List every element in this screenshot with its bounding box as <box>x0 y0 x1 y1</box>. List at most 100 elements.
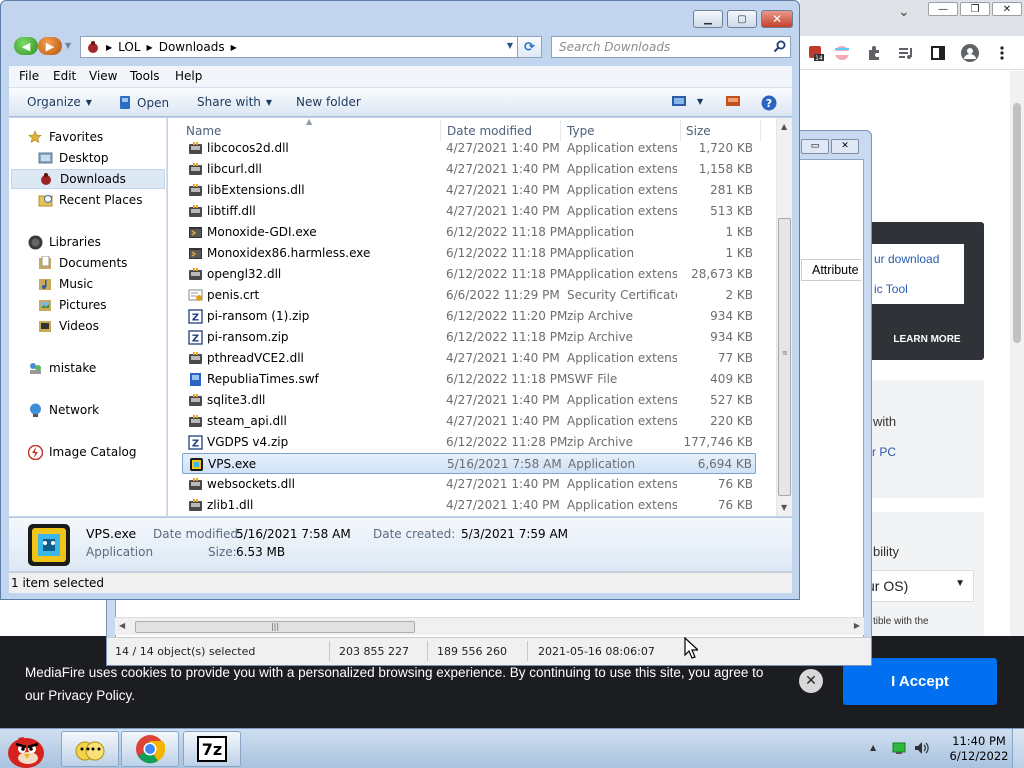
preview-pane-button[interactable] <box>725 95 741 107</box>
browser-restore-button[interactable]: ❐ <box>960 2 990 16</box>
breadcrumb-chevron-icon[interactable]: ▶ <box>147 43 153 52</box>
taskbar-chrome-button[interactable] <box>121 731 179 767</box>
attributes-column-header[interactable]: Attribute <box>801 259 861 281</box>
tool-link[interactable]: ic Tool <box>860 274 964 304</box>
nav-mistake[interactable]: mistake <box>27 358 185 378</box>
nav-downloads[interactable]: Downloads <box>11 169 165 189</box>
network-status-icon[interactable] <box>892 742 906 755</box>
volume-icon[interactable] <box>914 741 930 755</box>
minimize-button[interactable]: ▁ <box>693 10 723 28</box>
refresh-icon[interactable]: ⟳ <box>518 36 542 58</box>
side-panel-icon[interactable] <box>928 44 948 62</box>
file-row[interactable]: pthreadVCE2.dll 4/27/2021 1:40 PM Applicat… <box>182 348 756 369</box>
breadcrumb-lol[interactable]: LOL <box>118 40 140 54</box>
file-row[interactable]: RepubliaTimes.swf 6/12/2022 11:18 PM SWF F… <box>182 369 756 390</box>
learn-more-button[interactable]: LEARN MORE <box>880 329 974 351</box>
archive-hscrollbar[interactable]: ◀ ||| ▶ <box>115 617 864 635</box>
extension-badge-icon[interactable]: 14 <box>806 44 826 62</box>
extensions-puzzle-icon[interactable] <box>864 44 884 62</box>
file-row[interactable]: penis.crt 6/6/2022 11:29 PM Security Certi… <box>182 285 756 306</box>
column-date-modified[interactable]: Date modified <box>447 124 532 138</box>
archive-restore-button[interactable]: ▭ <box>801 139 829 154</box>
browser-minimize-button[interactable]: — <box>928 2 958 16</box>
scroll-left-icon[interactable]: ◀ <box>119 621 125 630</box>
search-input[interactable]: Search Downloads <box>559 40 670 54</box>
explorer-titlebar[interactable]: ▁ ▢ ✕ <box>1 1 799 35</box>
organize-button[interactable]: Organize ▼ <box>27 95 92 109</box>
file-row[interactable]: steam_api.dll 4/27/2021 1:40 PM Applicatio… <box>182 411 756 432</box>
archive-close-button[interactable]: ✕ <box>831 139 859 154</box>
close-button[interactable]: ✕ <box>761 10 793 28</box>
search-box[interactable]: Search Downloads <box>551 36 791 58</box>
breadcrumb-chevron-icon[interactable]: ▶ <box>106 43 112 52</box>
nav-favorites[interactable]: Favorites <box>27 127 185 147</box>
page-scrollbar[interactable] <box>1010 71 1024 728</box>
column-name[interactable]: Name <box>186 124 221 138</box>
file-row[interactable]: libtiff.dll 4/27/2021 1:40 PM Application … <box>182 201 756 222</box>
file-list-scroll-thumb[interactable]: ≡ <box>778 218 791 496</box>
menu-tools[interactable]: Tools <box>130 69 160 83</box>
file-row[interactable]: VPS.exe 5/16/2021 7:58 AM Application 6,694… <box>182 453 756 474</box>
show-hidden-icons-icon[interactable]: ▲ <box>870 743 876 752</box>
profile-avatar-icon[interactable] <box>960 44 980 62</box>
new-folder-button[interactable]: New folder <box>296 95 361 109</box>
pride-extension-icon[interactable] <box>832 44 852 62</box>
cookie-close-icon[interactable]: ✕ <box>799 669 823 693</box>
nav-image-catalog[interactable]: Image Catalog <box>27 442 185 462</box>
menu-help[interactable]: Help <box>175 69 202 83</box>
file-row[interactable]: Z VGDPS v4.zip 6/12/2022 11:28 PM zip Archi… <box>182 432 756 453</box>
back-arrow-icon[interactable]: ◀ <box>14 37 38 55</box>
recent-pages-chevron-icon[interactable]: ▼ <box>65 41 71 50</box>
file-name: VGDPS v4.zip <box>207 435 289 449</box>
download-link[interactable]: ur download <box>860 244 964 274</box>
file-name: penis.crt <box>207 288 260 302</box>
nav-libraries[interactable]: Libraries <box>27 232 185 252</box>
file-row[interactable]: Zpi-ransom.zip 6/12/2022 11:18 PM zip Arch… <box>182 327 756 348</box>
file-row[interactable]: libcocos2d.dll 4/27/2021 1:40 PM Applicati… <box>182 138 756 159</box>
start-button[interactable] <box>2 729 58 768</box>
search-icon[interactable] <box>773 40 786 53</box>
forward-arrow-icon[interactable]: ▶ <box>38 37 62 55</box>
file-row[interactable]: websockets.dll 4/27/2021 1:40 PM Applicati… <box>182 474 756 495</box>
file-row[interactable]: zlib1.dll 4/27/2021 1:40 PM Application ex… <box>182 495 756 516</box>
file-row[interactable]: Monoxidex86.harmless.exe 6/12/2022 11:18 … <box>182 243 756 264</box>
card-link[interactable]: r PC <box>872 445 896 459</box>
media-queue-icon[interactable] <box>896 44 916 62</box>
file-row[interactable]: sqlite3.dll 4/27/2021 1:40 PM Application … <box>182 390 756 411</box>
archive-hscroll-thumb[interactable]: ||| <box>135 621 415 633</box>
os-select[interactable]: ur OS) ▼ <box>858 570 974 602</box>
breadcrumb-downloads[interactable]: Downloads <box>159 40 225 54</box>
file-name: libcocos2d.dll <box>207 141 289 155</box>
show-desktop-button[interactable] <box>1012 729 1024 768</box>
file-row[interactable]: libExtensions.dll 4/27/2021 1:40 PM Applic… <box>182 180 756 201</box>
file-row[interactable]: libcurl.dll 4/27/2021 1:40 PM Application … <box>182 159 756 180</box>
menu-file[interactable]: File <box>19 69 39 83</box>
browser-close-button[interactable]: ✕ <box>992 2 1022 16</box>
tab-search-dropdown[interactable]: ⌄ <box>898 4 910 20</box>
file-row[interactable]: Monoxide-GDI.exe 6/12/2022 11:18 PM Applic… <box>182 222 756 243</box>
page-scroll-thumb[interactable] <box>1013 103 1021 343</box>
clock[interactable]: 11:40 PM 6/12/2022 <box>944 734 1014 764</box>
breadcrumb-chevron-icon[interactable]: ▶ <box>231 43 237 52</box>
scroll-down-icon[interactable]: ▼ <box>781 503 787 512</box>
maximize-button[interactable]: ▢ <box>727 10 757 28</box>
address-bar[interactable]: ▶ LOL ▶ Downloads ▶ ▼ <box>80 36 518 58</box>
share-with-button[interactable]: Share with ▼ <box>197 95 272 109</box>
file-row[interactable]: opengl32.dll 6/12/2022 11:18 PM Applicatio… <box>182 264 756 285</box>
column-size[interactable]: Size <box>686 124 711 138</box>
browser-menu-icon[interactable] <box>992 44 1012 62</box>
taskbar-7zip-button[interactable]: 7z <box>183 731 241 767</box>
help-button[interactable]: ? <box>761 95 777 111</box>
view-options-button[interactable]: ▼ <box>671 95 703 107</box>
file-row[interactable]: Zpi-ransom (1).zip 6/12/2022 11:20 PM zip … <box>182 306 756 327</box>
nav-network[interactable]: Network <box>27 400 185 420</box>
column-type[interactable]: Type <box>567 124 595 138</box>
scroll-up-icon[interactable]: ▲ <box>781 122 787 131</box>
menu-edit[interactable]: Edit <box>53 69 76 83</box>
menu-view[interactable]: View <box>89 69 117 83</box>
file-list-scrollbar[interactable]: ▲ ≡ ▼ <box>776 118 792 516</box>
address-dropdown-icon[interactable]: ▼ <box>507 41 513 50</box>
taskbar-explorer-button[interactable] <box>61 731 119 767</box>
open-button[interactable]: Open <box>119 95 169 110</box>
scroll-right-icon[interactable]: ▶ <box>854 621 860 630</box>
